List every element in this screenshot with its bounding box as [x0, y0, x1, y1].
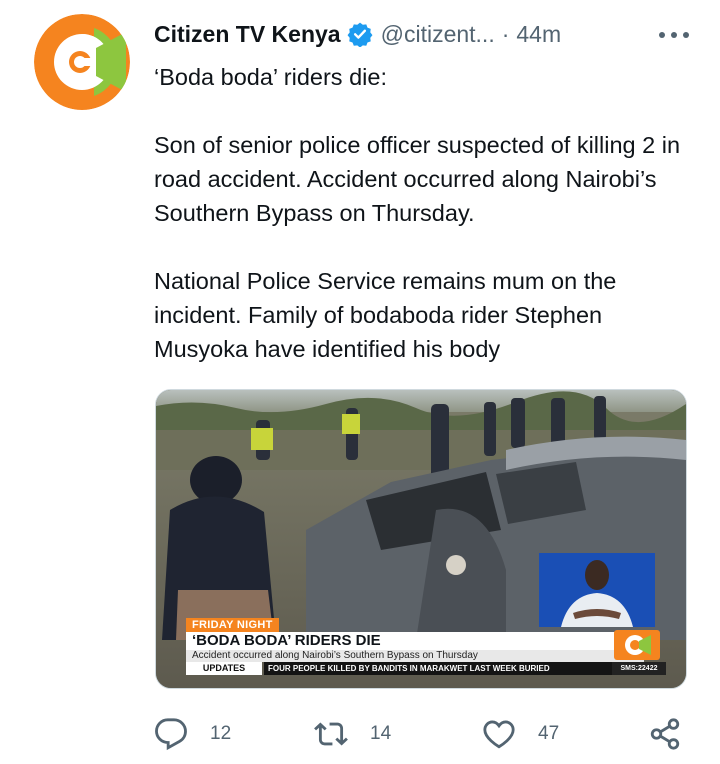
like-button[interactable]: 47 — [482, 712, 559, 756]
updates-label: UPDATES — [186, 662, 262, 675]
sign-language-inset — [539, 553, 655, 627]
like-count: 47 — [538, 723, 560, 744]
tweet-paragraph: ‘Boda boda’ riders die: — [154, 64, 387, 90]
author-handle[interactable]: @citizent... — [381, 21, 495, 48]
program-label: FRIDAY NIGHT — [186, 618, 279, 632]
sms-label: SMS:22422 — [612, 662, 666, 675]
retweet-count: 14 — [370, 723, 392, 744]
channel-logo — [614, 630, 660, 660]
tweet-media[interactable]: FRIDAY NIGHT ‘BODA BODA’ RIDERS DIE Acci… — [155, 389, 687, 689]
reply-icon — [155, 718, 187, 751]
like-icon — [483, 720, 515, 749]
share-button[interactable] — [648, 712, 682, 756]
tweet-header: Citizen TV Kenya @citizent... · 44m — [154, 16, 690, 52]
interpreter-image — [539, 553, 655, 627]
tweet-text: ‘Boda boda’ riders die: Son of senior po… — [154, 60, 694, 366]
citizen-tv-logo — [34, 14, 130, 110]
news-headline: ‘BODA BODA’ RIDERS DIE — [186, 632, 644, 650]
share-icon — [650, 718, 680, 750]
citizen-tv-small-icon — [625, 635, 651, 655]
retweet-button[interactable]: 14 — [314, 712, 391, 756]
tweet-actions: 12 14 47 — [154, 712, 694, 756]
retweet-icon — [314, 722, 348, 746]
author-name[interactable]: Citizen TV Kenya — [154, 21, 341, 48]
verified-icon — [347, 22, 373, 47]
timestamp[interactable]: 44m — [516, 21, 561, 48]
news-subline: Accident occurred along Nairobi’s Southe… — [186, 650, 644, 662]
tweet-paragraph: Son of senior police officer suspected o… — [154, 132, 681, 226]
avatar[interactable] — [34, 14, 130, 110]
separator-dot: · — [501, 20, 510, 47]
more-button[interactable] — [650, 20, 690, 50]
tweet-paragraph: National Police Service remains mum on t… — [154, 268, 617, 362]
reply-count: 12 — [210, 723, 232, 744]
reply-button[interactable]: 12 — [154, 712, 231, 756]
news-crawl: FOUR PEOPLE KILLED BY BANDITS IN MARAKWE… — [264, 662, 614, 675]
more-icon — [659, 32, 689, 38]
